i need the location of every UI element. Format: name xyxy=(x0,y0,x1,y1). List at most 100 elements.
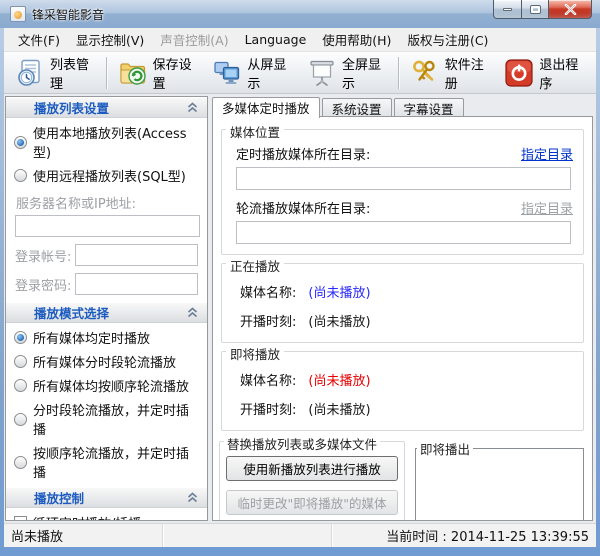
loop-dir-link: 指定目录 xyxy=(521,198,573,217)
chevron-collapse-icon[interactable] xyxy=(186,102,199,113)
minimize-button[interactable] xyxy=(493,0,522,19)
tab-subtitle-settings[interactable]: 字幕设置 xyxy=(394,98,464,117)
group-title: 即将播出 xyxy=(417,439,473,458)
use-new-playlist-button[interactable]: 使用新播放列表进行播放 xyxy=(226,456,398,481)
tab-page-multimedia: 媒体位置 定时播放媒体所在目录: 指定目录 轮流播放媒体所在目录: 指定目录 正… xyxy=(212,116,593,521)
radio-mode-timeslot-rotate[interactable]: 所有媒体分时段轮流播放 xyxy=(14,352,201,371)
timed-dir-link[interactable]: 指定目录 xyxy=(521,144,573,163)
statusbar: 尚未播放 当前时间 : 2014-11-25 13:39:55 xyxy=(4,523,596,547)
toolbar-separator xyxy=(398,57,400,89)
radio-icon[interactable] xyxy=(14,413,27,426)
toolbar-button-register[interactable]: 软件注册 xyxy=(403,51,498,95)
loop-dir-input xyxy=(236,221,571,244)
checkbox-loop-timed-play[interactable]: 循环定时播放/插播 xyxy=(14,513,201,521)
chevron-collapse-icon[interactable] xyxy=(186,307,199,318)
radio-icon[interactable] xyxy=(14,169,27,182)
account-input[interactable] xyxy=(75,244,198,266)
status-segment-playback: 尚未播放 xyxy=(4,524,163,547)
group-title: 媒体位置 xyxy=(226,122,284,141)
checkbox-icon[interactable] xyxy=(14,516,27,521)
start-time-label: 开播时刻: xyxy=(240,399,296,418)
app-window: 锋采智能影音 文件(F) 显示控制(V) 声音控制(A) Language 使用… xyxy=(0,0,600,556)
radio-icon[interactable] xyxy=(14,456,27,469)
main-panel: 多媒体定时播放 系统设置 字幕设置 媒体位置 定时播放媒体所在目录: 指定目录 … xyxy=(212,96,593,521)
menu-register[interactable]: 版权与注册(C) xyxy=(399,27,496,52)
radio-mode-all-timed[interactable]: 所有媒体均定时播放 xyxy=(14,328,201,347)
password-input[interactable] xyxy=(75,273,198,295)
radio-icon[interactable] xyxy=(14,379,27,392)
toolbar-label: 从屏显示 xyxy=(247,54,292,92)
section-title: 播放控制 xyxy=(34,488,186,507)
loop-dir-row: 轮流播放媒体所在目录: 指定目录 xyxy=(236,198,573,217)
status-segment-middle xyxy=(163,524,332,547)
workspace: 播放列表设置 使用本地播放列表(Access型) 使用远程播放列表(SQL型) … xyxy=(4,94,596,523)
now-playing-time-row: 开播时刻: (尚未播放) xyxy=(240,311,575,330)
radio-icon[interactable] xyxy=(14,136,27,149)
maximize-button[interactable] xyxy=(522,0,549,19)
radio-mode-sequential-with-insert[interactable]: 按顺序轮流播放，并定时插播 xyxy=(14,443,201,481)
toolbar-button-save-settings[interactable]: 保存设置 xyxy=(111,51,206,95)
window-title: 锋采智能影音 xyxy=(32,6,104,23)
radio-label: 按顺序轮流播放，并定时插播 xyxy=(33,443,201,481)
menu-language[interactable]: Language xyxy=(237,29,315,50)
close-button[interactable] xyxy=(549,0,592,19)
bottom-row: 替换播放列表或多媒体文件 使用新播放列表进行播放 临时更改"即将播放"的媒体 永… xyxy=(219,441,586,521)
window-controls xyxy=(493,0,592,19)
group-title: 替换播放列表或多媒体文件 xyxy=(224,434,380,453)
upcoming-listbox[interactable] xyxy=(415,448,584,521)
radio-label: 使用本地播放列表(Access型) xyxy=(33,123,201,161)
section-header-play-control[interactable]: 播放控制 xyxy=(6,487,207,508)
toolbar-button-exit[interactable]: 退出程序 xyxy=(497,51,592,95)
toolbar-label: 软件注册 xyxy=(445,54,490,92)
section-header-playlist-settings[interactable]: 播放列表设置 xyxy=(6,97,207,118)
section-header-play-mode[interactable]: 播放模式选择 xyxy=(6,302,207,323)
toolbar-label: 全屏显示 xyxy=(342,54,387,92)
sidebar: 播放列表设置 使用本地播放列表(Access型) 使用远程播放列表(SQL型) … xyxy=(5,96,208,521)
group-media-location: 媒体位置 定时播放媒体所在目录: 指定目录 轮流播放媒体所在目录: 指定目录 xyxy=(221,129,584,255)
radio-icon[interactable] xyxy=(14,331,27,344)
menubar: 文件(F) 显示控制(V) 声音控制(A) Language 使用帮助(H) 版… xyxy=(4,28,596,52)
menu-help[interactable]: 使用帮助(H) xyxy=(314,27,399,52)
chevron-collapse-icon[interactable] xyxy=(186,492,199,503)
server-address-input[interactable] xyxy=(15,215,200,237)
start-time-value: (尚未播放) xyxy=(308,311,370,330)
menu-display-control[interactable]: 显示控制(V) xyxy=(68,27,152,52)
account-label: 登录帐号: xyxy=(15,246,71,265)
radio-icon[interactable] xyxy=(14,355,27,368)
save-settings-icon xyxy=(119,59,147,87)
radio-remote-playlist[interactable]: 使用远程播放列表(SQL型) xyxy=(14,166,201,185)
titlebar: 锋采智能影音 xyxy=(0,0,600,28)
now-playing-name-row: 媒体名称: (尚未播放) xyxy=(240,282,575,301)
radio-mode-sequential-rotate[interactable]: 所有媒体均按顺序轮流播放 xyxy=(14,376,201,395)
group-upcoming: 即将播出 xyxy=(415,441,586,521)
server-address-label: 服务器名称或IP地址: xyxy=(16,193,207,212)
menu-file[interactable]: 文件(F) xyxy=(10,27,68,52)
radio-local-playlist[interactable]: 使用本地播放列表(Access型) xyxy=(14,123,201,161)
temp-change-upnext-button: 临时更改"即将播放"的媒体 xyxy=(226,490,398,515)
section-title: 播放模式选择 xyxy=(34,303,186,322)
toolbar-label: 保存设置 xyxy=(153,54,198,92)
password-label: 登录密码: xyxy=(15,275,71,294)
radio-label: 所有媒体均按顺序轮流播放 xyxy=(33,376,189,395)
menu-sound-control: 声音控制(A) xyxy=(152,27,236,52)
dual-screen-icon xyxy=(213,59,241,87)
start-time-label: 开播时刻: xyxy=(240,311,296,330)
tab-bar: 多媒体定时播放 系统设置 字幕设置 xyxy=(212,96,593,117)
tab-system-settings[interactable]: 系统设置 xyxy=(322,98,392,117)
fullscreen-icon xyxy=(308,59,336,87)
group-replace-playlist: 替换播放列表或多媒体文件 使用新播放列表进行播放 临时更改"即将播放"的媒体 永… xyxy=(219,441,405,521)
media-name-value: (尚未播放) xyxy=(308,370,370,389)
radio-label: 分时段轮流播放，并定时插播 xyxy=(33,400,201,438)
radio-mode-timeslot-with-insert[interactable]: 分时段轮流播放，并定时插播 xyxy=(14,400,201,438)
tab-multimedia-timed-play[interactable]: 多媒体定时播放 xyxy=(212,97,320,118)
toolbar-button-dual-screen[interactable]: 从屏显示 xyxy=(205,51,300,95)
timed-dir-label: 定时播放媒体所在目录: xyxy=(236,144,370,163)
radio-label: 所有媒体分时段轮流播放 xyxy=(33,352,176,371)
group-title: 即将播放 xyxy=(226,344,284,363)
toolbar-button-list-manage[interactable]: 列表管理 xyxy=(8,51,103,95)
playback-status-text: 尚未播放 xyxy=(11,526,63,545)
toolbar-button-fullscreen[interactable]: 全屏显示 xyxy=(300,51,395,95)
radio-label: 所有媒体均定时播放 xyxy=(33,328,150,347)
group-up-next: 即将播放 媒体名称: (尚未播放) 开播时刻: (尚未播放) xyxy=(221,351,584,431)
timed-dir-input[interactable] xyxy=(236,167,571,190)
